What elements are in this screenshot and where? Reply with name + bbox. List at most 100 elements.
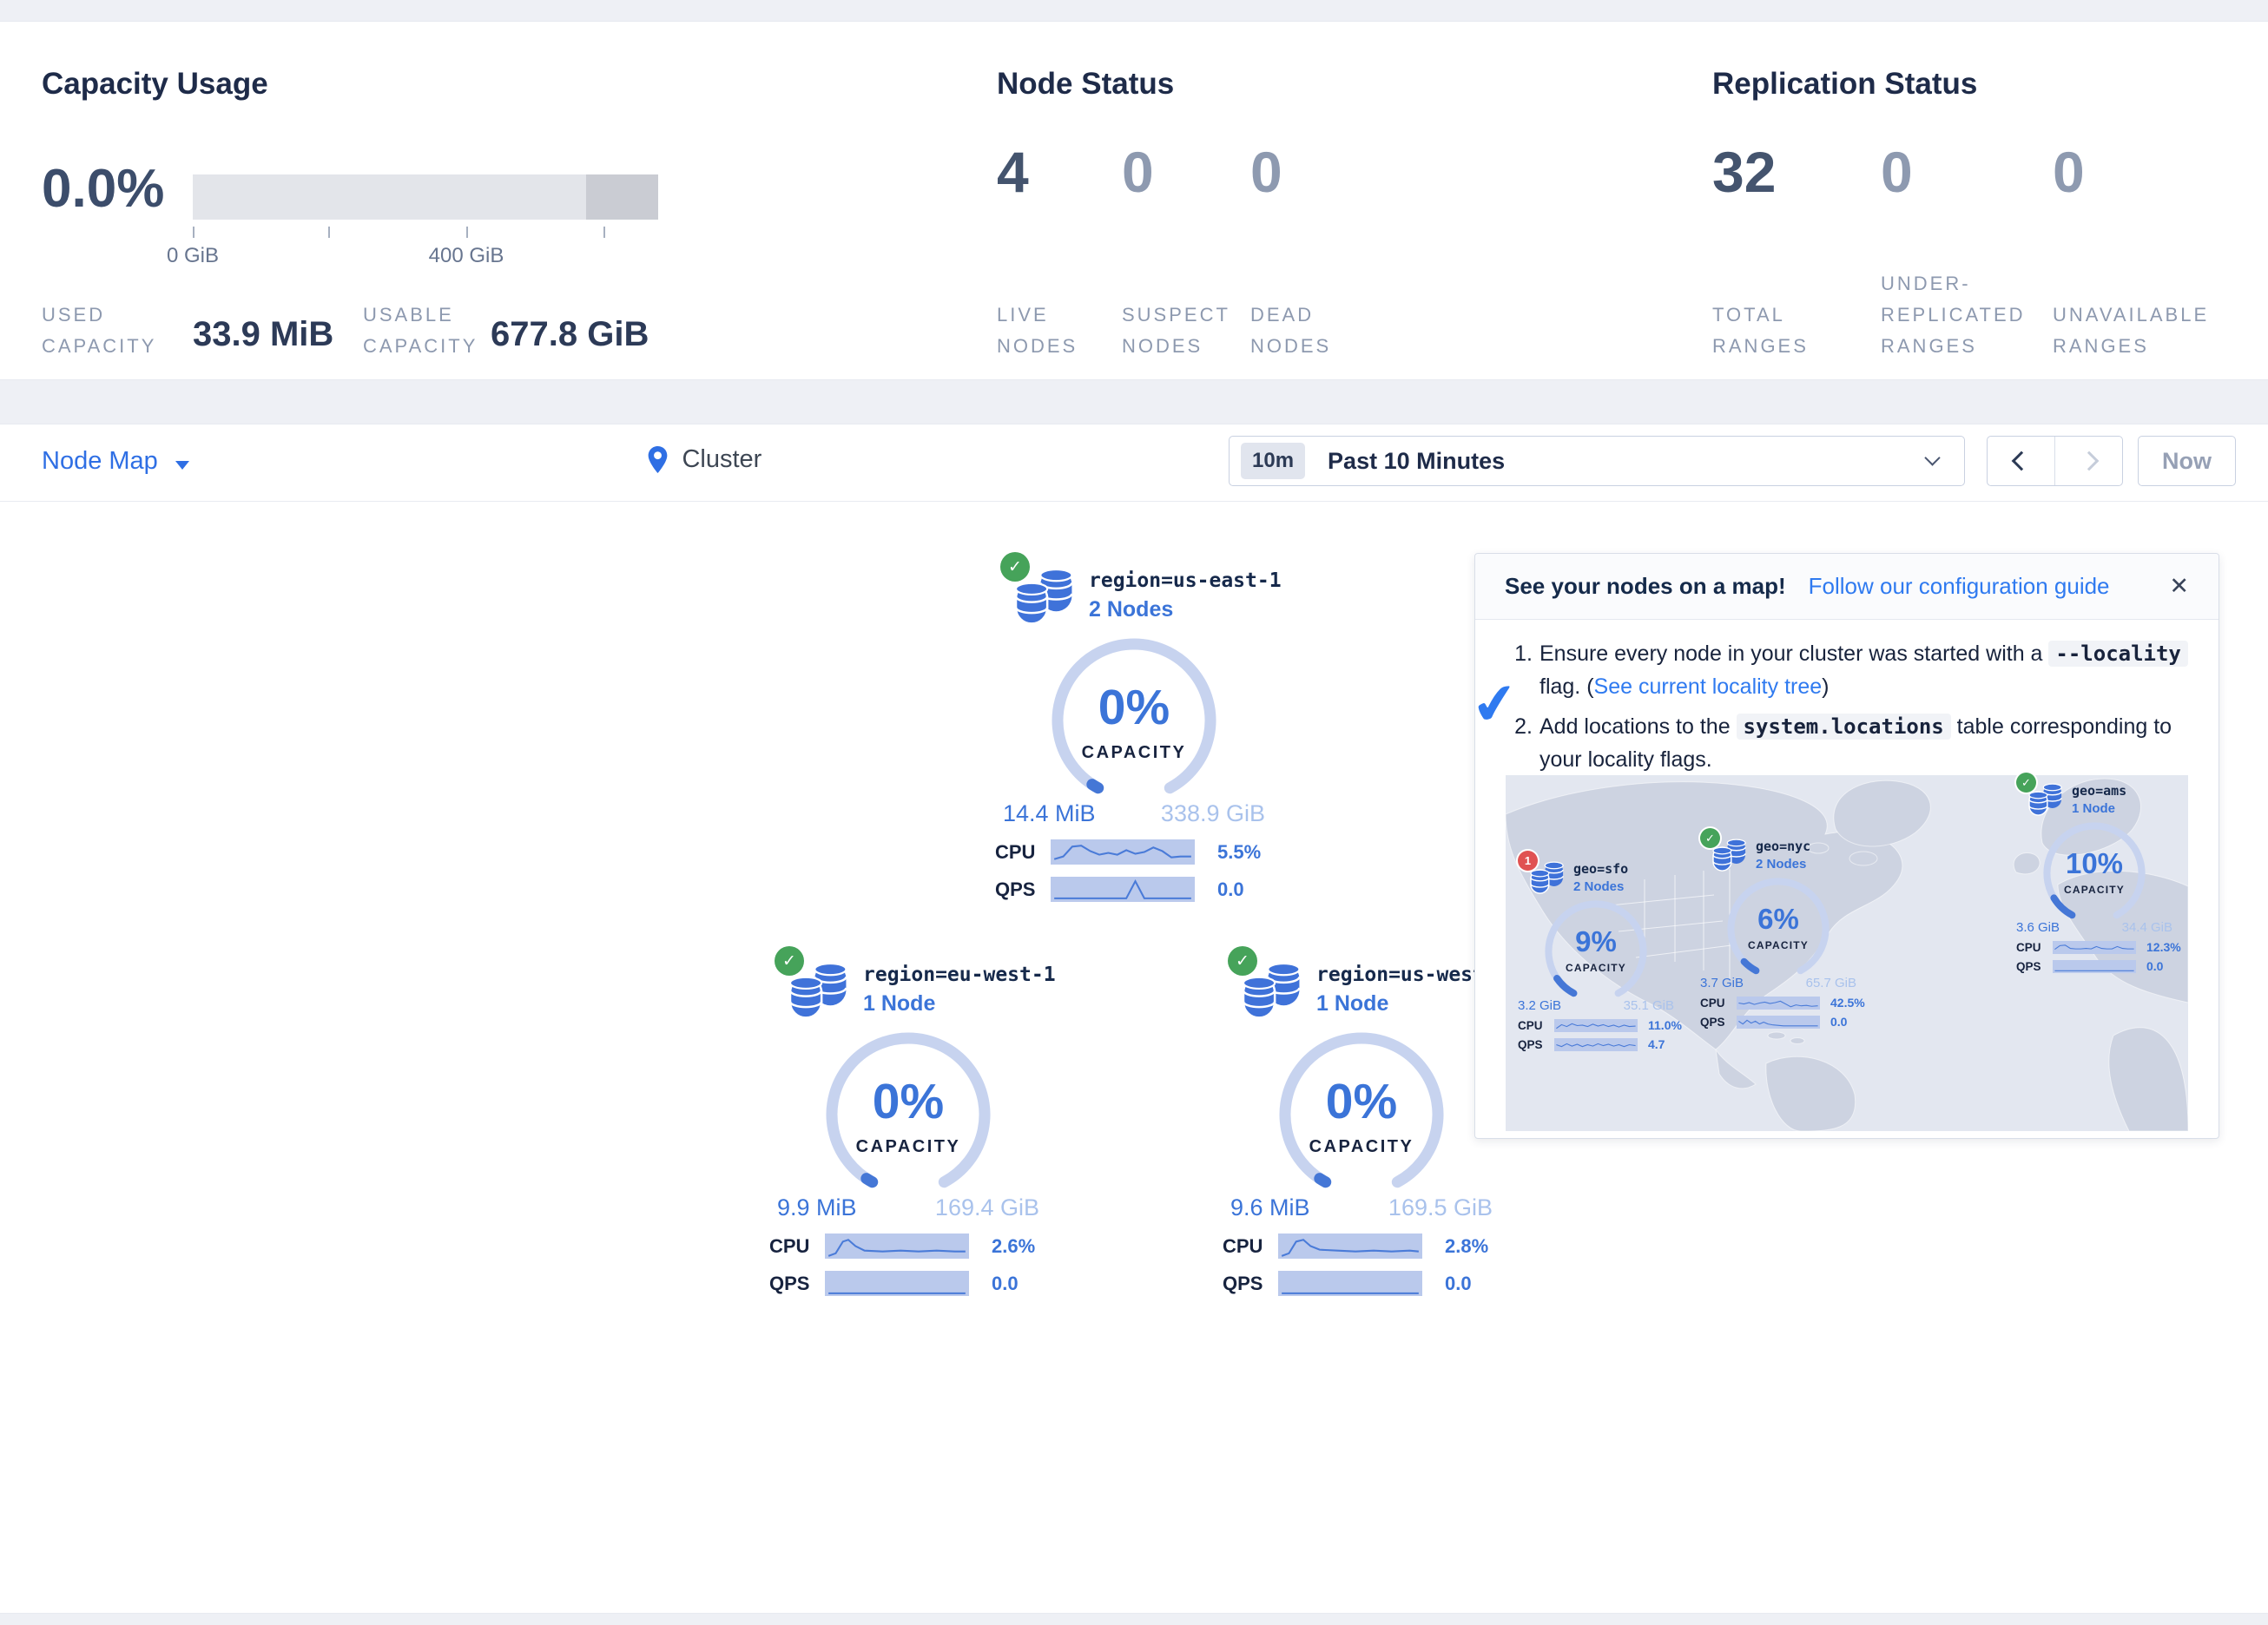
region-group-us-east-1[interactable]: ✓ region=us-east-1 2 Nodes 0% CAPACITY 1… [995, 561, 1273, 902]
breadcrumb[interactable]: Cluster [648, 445, 761, 474]
qps-value: 0.0 [1195, 878, 1282, 901]
region-group-eu-west-1[interactable]: ✓ region=eu-west-1 1 Node 0% CAPACITY 9.… [769, 955, 1047, 1296]
gauge-percent: 6% [1724, 903, 1832, 936]
usable-capacity-label: USABLECAPACITY [363, 299, 478, 362]
qps-value: 0.0 [969, 1273, 1056, 1295]
gauge-capacity-label: CAPACITY [1275, 1137, 1448, 1157]
gauge-percent: 9% [1542, 925, 1650, 958]
capacity-bar-reserved [586, 174, 658, 220]
region-label: geo=nyc [1756, 839, 1810, 854]
blue-check-icon: ✔ [1467, 669, 1523, 740]
time-back-button[interactable] [1988, 437, 2054, 485]
capacity-tick-0: 0 GiB [145, 244, 241, 268]
cpu-sparkline [2053, 941, 2136, 954]
gauge-percent: 0% [1047, 679, 1221, 736]
qps-sparkline [1554, 1038, 1638, 1051]
locality-tree-link[interactable]: See current locality tree [1594, 674, 1823, 699]
qps-value: 0.0 [1422, 1273, 1509, 1295]
total-ranges-label: TOTALRANGES [1712, 299, 1809, 362]
live-nodes-label: LIVENODES [997, 299, 1078, 362]
cpu-label: CPU [1700, 997, 1737, 1010]
qps-sparkline [825, 1271, 969, 1296]
time-range-select[interactable]: 10m Past 10 Minutes [1229, 436, 1965, 486]
status-ok-icon: ✓ [1700, 828, 1720, 848]
region-group-us-west-1[interactable]: ✓ region=us-west-1 1 Node 0% CAPACITY 9.… [1223, 955, 1500, 1296]
map-region-group-ams[interactable]: ✓ geo=ams 1 Node 10% CAPACITY 3.6 GiB 34… [2016, 780, 2207, 973]
region-node-count[interactable]: 2 Nodes [1756, 857, 1810, 872]
configuration-guide-link[interactable]: Follow our configuration guide [1809, 573, 2110, 600]
cpu-value: 2.8% [1422, 1235, 1509, 1258]
cpu-value: 2.6% [969, 1235, 1056, 1258]
gauge-capacity-label: CAPACITY [1047, 743, 1221, 763]
cpu-sparkline [1554, 1019, 1638, 1032]
dead-nodes-label: DEADNODES [1250, 299, 1331, 362]
cpu-sparkline [1278, 1234, 1422, 1259]
region-node-count[interactable]: 1 Node [2072, 801, 2126, 816]
cpu-value: 12.3% [2136, 940, 2195, 954]
node-status-title: Node Status [997, 67, 1174, 102]
qps-label: QPS [1518, 1038, 1554, 1051]
chevron-down-icon [175, 461, 189, 470]
gauge-capacity-label: CAPACITY [2041, 884, 2148, 896]
qps-value: 4.7 [1638, 1037, 1697, 1051]
now-button[interactable]: Now [2138, 436, 2236, 486]
cpu-label: CPU [1518, 1019, 1554, 1032]
map-region-group-sfo[interactable]: 1 geo=sfo 2 Nodes 9% CAPACITY 3.2 GiB 35… [1518, 858, 1709, 1051]
dead-nodes-count: 0 [1250, 143, 1282, 201]
cpu-label: CPU [2016, 941, 2053, 954]
gauge-capacity-label: CAPACITY [1542, 962, 1650, 974]
breadcrumb-label: Cluster [682, 445, 761, 473]
qps-sparkline [1051, 877, 1195, 902]
unavailable-ranges-count: 0 [2053, 143, 2085, 201]
capacity-tick-400: 400 GiB [419, 244, 514, 268]
cpu-value: 11.0% [1638, 1018, 1697, 1032]
qps-sparkline [1278, 1271, 1422, 1296]
capacity-gauge: 9% CAPACITY [1542, 898, 1650, 997]
system-locations-code: system.locations [1737, 714, 1951, 740]
capacity-percent: 0.0% [42, 162, 164, 216]
suspect-nodes-count: 0 [1122, 143, 1154, 201]
suspect-nodes-label: SUSPECTNODES [1122, 299, 1230, 362]
gauge-percent: 10% [2041, 847, 2148, 880]
under-replicated-count: 0 [1881, 143, 1913, 201]
popup-title: See your nodes on a map! [1505, 573, 1786, 600]
region-label: geo=sfo [1573, 861, 1628, 877]
time-pager [1987, 436, 2123, 486]
cpu-sparkline [1051, 839, 1195, 865]
qps-sparkline [2053, 960, 2136, 973]
cpu-value: 5.5% [1195, 841, 1282, 864]
chevron-down-icon [1924, 450, 1940, 465]
gauge-percent: 0% [1275, 1073, 1448, 1130]
capacity-usage-title: Capacity Usage [42, 67, 268, 102]
cpu-value: 42.5% [1820, 996, 1879, 1010]
time-forward-button[interactable] [2054, 437, 2122, 485]
map-region-group-nyc[interactable]: ✓ geo=nyc 2 Nodes 6% CAPACITY 3.7 GiB 65… [1700, 835, 1891, 1029]
region-node-count[interactable]: 2 Nodes [1573, 879, 1628, 894]
qps-label: QPS [1223, 1273, 1278, 1295]
page-bottom-strip [0, 1613, 2268, 1625]
unavailable-ranges-label: UNAVAILABLERANGES [2053, 299, 2209, 362]
capacity-gauge: 10% CAPACITY [2041, 819, 2148, 918]
qps-value: 0.0 [1820, 1015, 1879, 1029]
status-ok-icon: ✓ [2016, 773, 2036, 793]
popup-header: See your nodes on a map! Follow our conf… [1475, 554, 2219, 620]
cpu-label: CPU [995, 841, 1051, 864]
region-label: geo=ams [2072, 783, 2126, 799]
view-selector-dropdown[interactable]: Node Map [42, 447, 189, 476]
qps-label: QPS [995, 878, 1051, 901]
used-capacity-label: USEDCAPACITY [42, 299, 156, 362]
region-node-count[interactable]: 1 Node [863, 991, 1056, 1016]
gauge-capacity-label: CAPACITY [821, 1137, 995, 1157]
region-label: region=us-east-1 [1089, 569, 1282, 592]
capacity-gauge: 6% CAPACITY [1724, 875, 1832, 974]
status-ok-icon: ✓ [1000, 552, 1030, 582]
usable-capacity-value: 677.8 GiB [491, 315, 649, 354]
region-label: region=eu-west-1 [863, 964, 1056, 986]
qps-label: QPS [769, 1273, 825, 1295]
total-ranges-count: 32 [1712, 143, 1776, 201]
region-node-count[interactable]: 2 Nodes [1089, 597, 1282, 622]
close-icon[interactable]: ✕ [2169, 573, 2189, 600]
cpu-label: CPU [1223, 1235, 1278, 1258]
replication-status-title: Replication Status [1712, 67, 1977, 102]
time-range-label: Past 10 Minutes [1328, 448, 1505, 475]
